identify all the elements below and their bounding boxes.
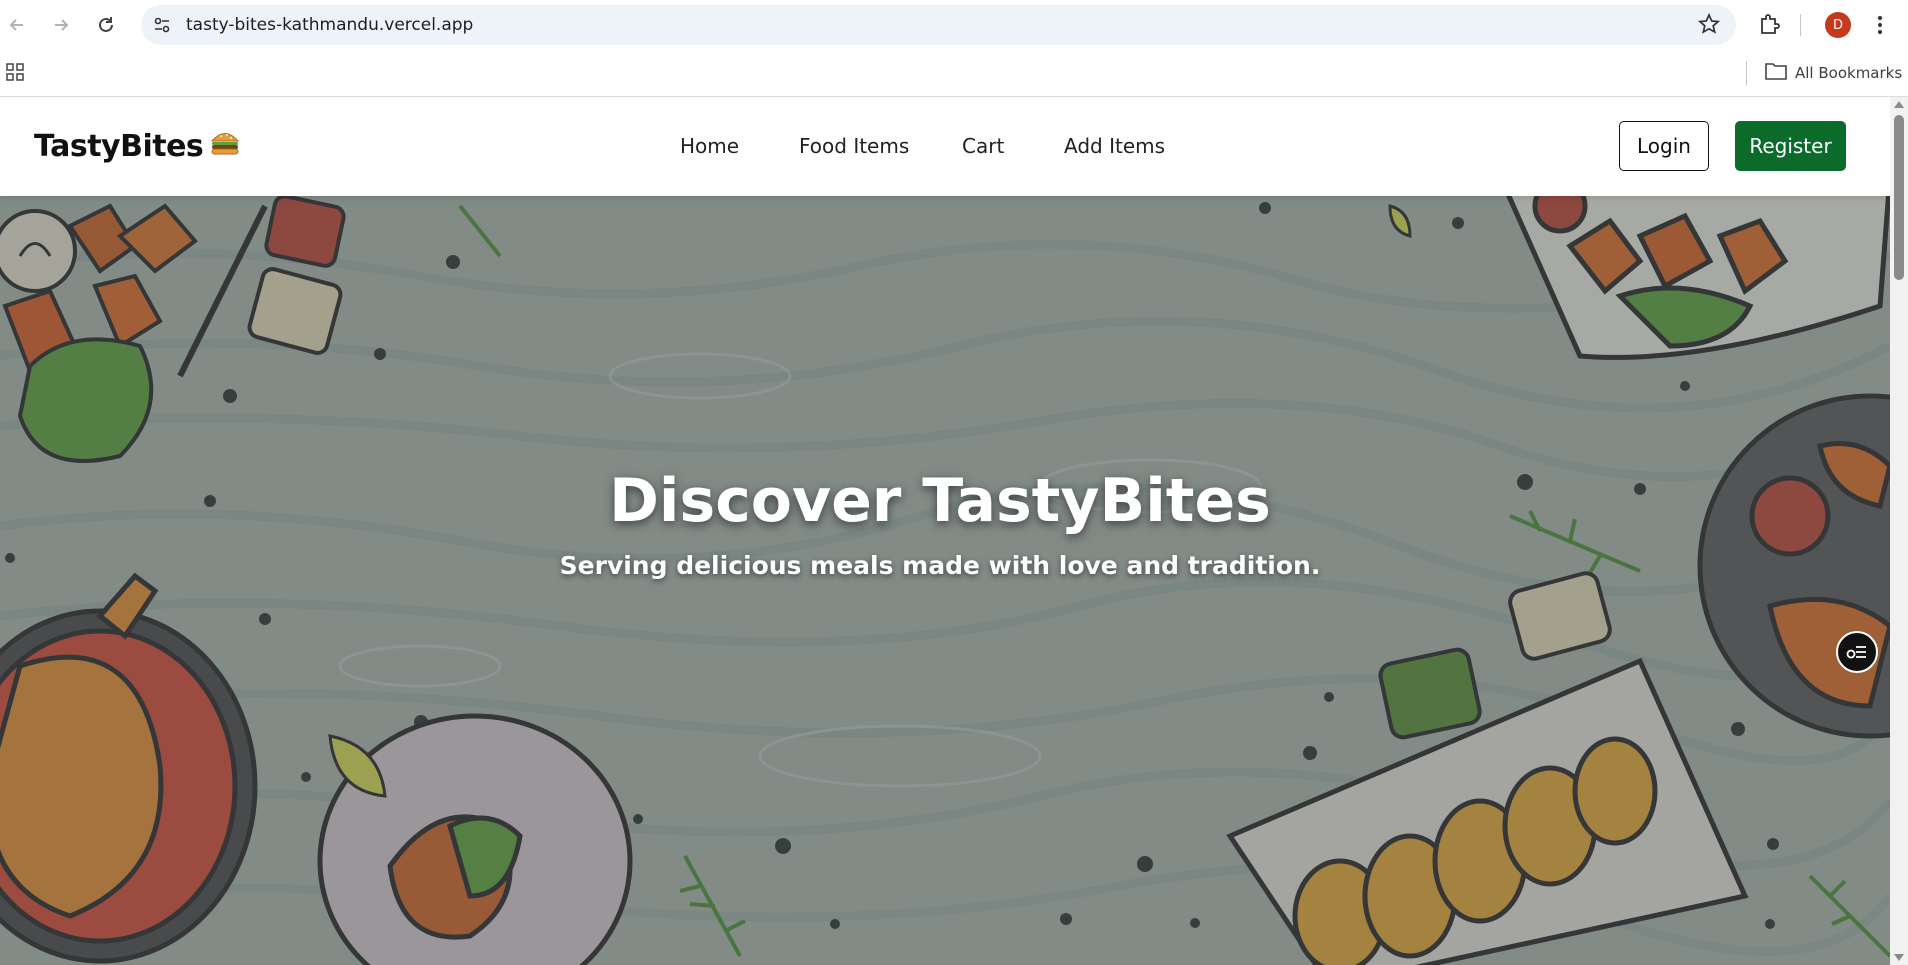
url-text[interactable]: tasty-bites-kathmandu.vercel.app	[186, 15, 473, 35]
login-button[interactable]: Login	[1619, 121, 1709, 171]
list-settings-icon[interactable]	[1836, 631, 1878, 673]
nav-home[interactable]: Home	[680, 134, 739, 158]
site-logo[interactable]: TastyBites	[34, 129, 241, 164]
scroll-down-arrow[interactable]	[1894, 954, 1904, 961]
star-icon[interactable]	[1697, 12, 1721, 40]
scroll-up-arrow[interactable]	[1894, 101, 1904, 108]
logo-text: TastyBites	[34, 129, 204, 164]
burger-icon	[209, 129, 241, 164]
bookmarks-divider	[1746, 61, 1747, 85]
forward-icon[interactable]	[48, 12, 74, 38]
hero-section: Discover TastyBites Serving delicious me…	[0, 196, 1890, 965]
puzzle-icon[interactable]	[1758, 12, 1782, 41]
bookmarks-bar: All Bookmarks	[0, 50, 1908, 97]
nav-add-items[interactable]: Add Items	[1064, 134, 1165, 158]
tune-icon[interactable]	[153, 16, 171, 39]
scroll-thumb[interactable]	[1894, 115, 1904, 280]
register-button[interactable]: Register	[1735, 121, 1846, 171]
nav-cart[interactable]: Cart	[962, 134, 1004, 158]
folder-icon	[1765, 62, 1787, 84]
all-bookmarks-button[interactable]: All Bookmarks	[1765, 60, 1902, 86]
nav-food-items[interactable]: Food Items	[799, 134, 909, 158]
profile-avatar[interactable]: D	[1825, 12, 1851, 38]
hero-background-illustration	[0, 196, 1890, 965]
hero-title: Discover TastyBites	[609, 466, 1271, 536]
page-scrollbar[interactable]	[1890, 97, 1908, 965]
address-bar[interactable]: tasty-bites-kathmandu.vercel.app	[141, 5, 1736, 45]
toolbar-divider	[1800, 14, 1801, 36]
back-icon[interactable]	[4, 12, 30, 38]
kebab-icon[interactable]	[1874, 12, 1886, 43]
all-bookmarks-label: All Bookmarks	[1795, 64, 1903, 82]
hero-subtitle: Serving delicious meals made with love a…	[559, 551, 1321, 580]
apps-grid-icon[interactable]	[6, 63, 24, 86]
browser-toolbar: tasty-bites-kathmandu.vercel.app D	[0, 0, 1908, 50]
reload-icon[interactable]	[93, 12, 119, 38]
page-viewport: TastyBites Home Food Items Cart Add Item…	[0, 97, 1890, 965]
site-header: TastyBites Home Food Items Cart Add Item…	[0, 97, 1890, 196]
